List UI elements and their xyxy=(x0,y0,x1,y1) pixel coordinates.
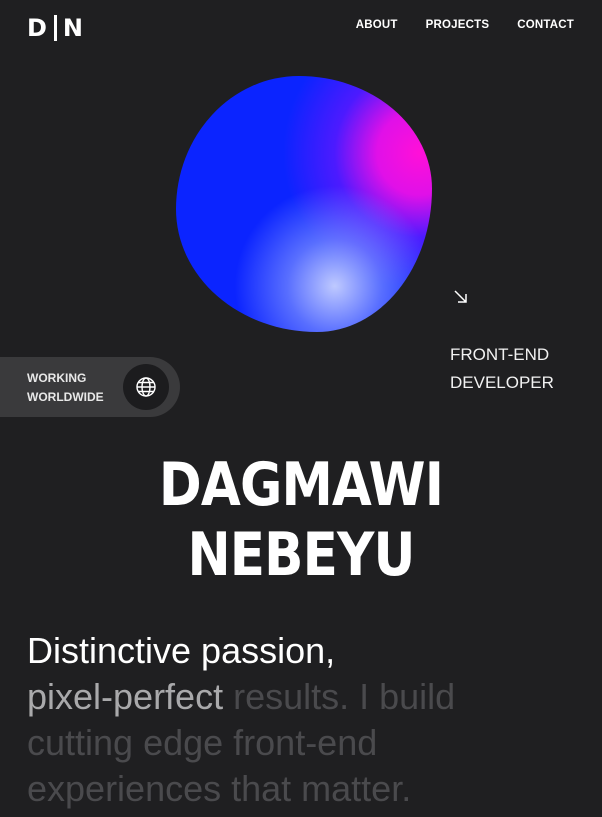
intro-line-4: experiences that matter. xyxy=(27,768,412,809)
intro-rest: results. I build xyxy=(223,676,456,717)
role-line-2: DEVELOPER xyxy=(450,373,554,392)
hero-name: DAGMAWI NEBEYU xyxy=(158,450,444,590)
logo-divider xyxy=(53,15,57,41)
intro-line-1: Distinctive passion, xyxy=(27,630,336,671)
badge-line-1: WORKING xyxy=(27,371,87,385)
nav-projects[interactable]: PROJECTS xyxy=(426,19,490,31)
intro-highlight: pixel-perfect xyxy=(27,676,224,717)
nav-about[interactable]: ABOUT xyxy=(356,19,398,31)
arrow-down-right-icon xyxy=(454,290,467,303)
gradient-blob xyxy=(176,76,432,332)
nav-contact[interactable]: CONTACT xyxy=(517,19,574,31)
role-line-1: FRONT-END xyxy=(450,345,550,364)
badge-text: WORKING WORLDWIDE xyxy=(27,369,104,407)
globe-icon-svg xyxy=(136,377,156,397)
intro-statement: Distinctive passion, pixel-perfect resul… xyxy=(27,628,587,812)
site-logo[interactable]: D N xyxy=(27,14,84,42)
logo-letter-n: N xyxy=(62,14,85,42)
logo-letter-d: D xyxy=(27,14,48,42)
role-title: FRONT-END DEVELOPER xyxy=(450,341,554,397)
badge-line-2: WORLDWIDE xyxy=(27,390,104,404)
intro-line-2: pixel-perfect results. I build xyxy=(27,674,587,720)
main-nav: ABOUT PROJECTS CONTACT xyxy=(356,19,574,31)
intro-line-3: cutting edge front-end xyxy=(27,722,378,763)
globe-icon xyxy=(123,364,169,410)
working-worldwide-badge: WORKING WORLDWIDE xyxy=(0,357,180,417)
